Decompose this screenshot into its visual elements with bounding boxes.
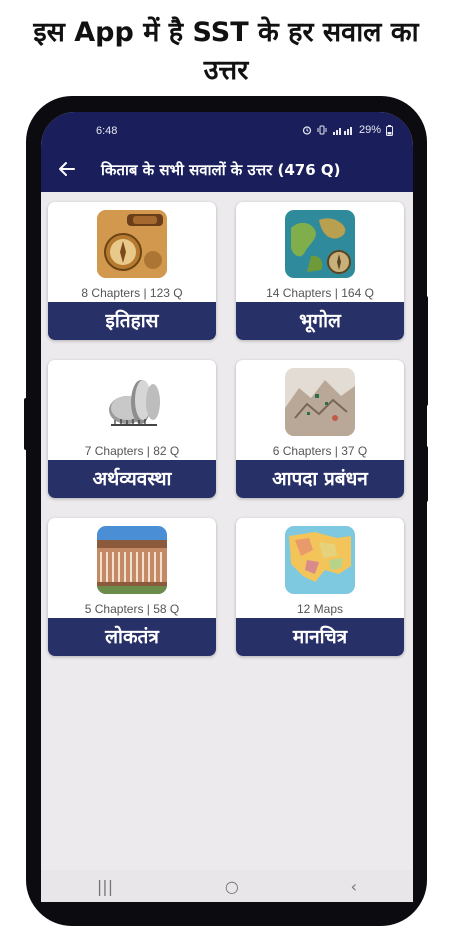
card-label: अर्थव्यवस्था [48,460,216,498]
status-bar: 6:48 29% [41,112,413,148]
alarm-icon [302,126,312,135]
subject-card-democracy[interactable]: 5 Chapters | 58 Q लोकतंत्र [48,518,216,656]
subject-card-geography[interactable]: 14 Chapters | 164 Q भूगोल [236,202,404,340]
home-button[interactable]: ○ [225,877,239,896]
subject-card-economics[interactable]: 7 Chapters | 82 Q अर्थव्यवस्था [48,360,216,498]
battery-percent: 29% [358,124,381,136]
card-label: इतिहास [48,302,216,340]
disaster-image [285,368,355,436]
app-bar: किताब के सभी सवालों के उत्तर (476 Q) [41,148,413,192]
promo-line-2: उत्तर [203,55,249,86]
system-nav-bar: ||| ○ ‹ [41,870,413,902]
page-title: किताब के सभी सवालों के उत्तर (476 Q) [101,161,341,179]
map-image [285,526,355,594]
signal-icon [332,127,352,135]
card-meta: 5 Chapters | 58 Q [84,602,180,616]
status-icons: 29% [302,124,393,136]
phone-power-button [424,296,428,406]
card-meta: 7 Chapters | 82 Q [84,444,180,458]
compass-map-image [97,210,167,278]
phone-side-button [24,398,28,450]
card-label: लोकतंत्र [48,618,216,656]
subject-card-history[interactable]: 8 Chapters | 123 Q इतिहास [48,202,216,340]
promo-headline: इस App में है SST के हर सवाल का उत्तर [0,14,452,90]
card-meta: 6 Chapters | 37 Q [272,444,368,458]
phone-volume-button [424,446,428,502]
card-label: आपदा प्रबंधन [236,460,404,498]
battery-icon [386,124,393,136]
recent-apps-button[interactable]: ||| [97,877,113,896]
card-meta: 12 Maps [296,602,344,616]
coins-image [97,368,167,436]
subject-card-disaster-management[interactable]: 6 Chapters | 37 Q आपदा प्रबंधन [236,360,404,498]
globe-map-image [285,210,355,278]
subject-card-maps[interactable]: 12 Maps मानचित्र [236,518,404,656]
back-arrow-icon[interactable] [55,157,79,181]
card-meta: 14 Chapters | 164 Q [266,286,374,300]
app-screen: 6:48 29% किताब के सभी सवालों के उत्तर (4… [41,112,413,902]
card-label: भूगोल [236,302,404,340]
parliament-image [97,526,167,594]
status-time: 6:48 [96,125,118,137]
nav-back-button[interactable]: ‹ [351,877,357,896]
vibrate-icon [317,125,327,135]
card-meta: 8 Chapters | 123 Q [81,286,183,300]
card-label: मानचित्र [236,618,404,656]
promo-line-1: इस App में है SST के हर सवाल का [33,17,419,48]
